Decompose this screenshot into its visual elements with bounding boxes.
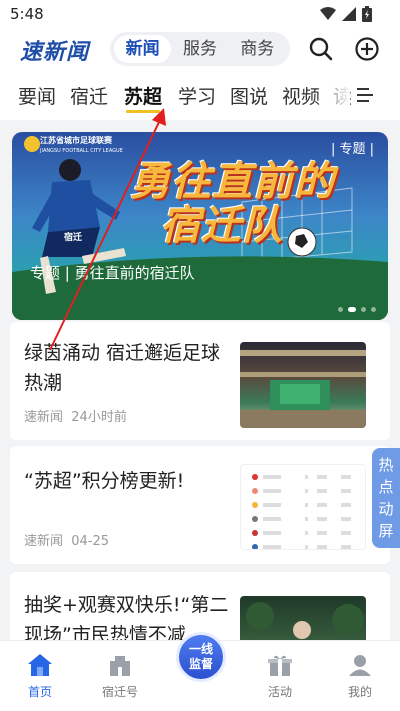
search-icon[interactable] — [308, 36, 334, 62]
news-source: 速新闻 — [24, 410, 64, 425]
carousel-indicator — [338, 307, 376, 312]
carousel-dot-active — [348, 307, 356, 312]
nav-home-label: 首页 — [27, 685, 52, 699]
nav-suqian-label: 宿迁号 — [101, 685, 138, 699]
home-icon — [28, 654, 52, 676]
hot-screen-float-button[interactable]: 热点动屏 — [372, 448, 400, 548]
segment-news[interactable]: 新闻 — [114, 35, 172, 63]
gift-icon — [268, 655, 292, 676]
league-name: 江苏省城市足球联赛 — [40, 136, 112, 145]
nav-home[interactable]: 首页 — [10, 653, 70, 700]
tabs-menu-icon[interactable] — [356, 86, 374, 104]
wifi-icon — [320, 7, 336, 20]
topic-tag: | 专题 | — [330, 142, 374, 157]
mall-photo — [240, 350, 366, 428]
news-time: 04-25 — [71, 534, 110, 549]
league-name-en: JIANGSU FOOTBALL CITY LEAGUE — [40, 148, 123, 154]
section-switcher: 新闻 服务 商务 — [110, 32, 290, 66]
news-thumbnail — [240, 342, 366, 428]
status-icons — [320, 6, 372, 22]
tab-xuexi[interactable]: 学习 — [178, 82, 216, 109]
news-title: “苏超”积分榜更新! — [24, 470, 185, 492]
headline-line-2: 宿迁队 — [160, 202, 283, 249]
news-time: 24小时前 — [71, 410, 127, 425]
standings-table-image — [252, 474, 351, 549]
carousel-dot — [361, 307, 366, 312]
nav-activity-label: 活动 — [267, 685, 292, 699]
nav-suqian[interactable]: 宿迁号 — [90, 653, 150, 700]
news-meta: 速新闻 04-25 — [24, 530, 109, 549]
news-thumbnail — [240, 464, 366, 550]
news-card[interactable]: “苏超”积分榜更新! 速新闻 04-25 — [10, 446, 390, 564]
tab-tushuo[interactable]: 图说 — [230, 82, 268, 109]
top-header: 速新闻 新闻 服务 商务 — [0, 28, 400, 72]
building-icon — [110, 656, 130, 676]
headline-line-1: 勇往直前的 — [130, 158, 335, 205]
signal-icon — [342, 7, 356, 21]
news-card[interactable]: 绿茵涌动 宿迁邂逅足球热潮 速新闻 24小时前 — [10, 322, 390, 440]
app-logo: 速新闻 — [20, 39, 90, 65]
featured-banner[interactable]: 江苏省城市足球联赛 JIANGSU FOOTBALL CITY LEAGUE 宿… — [12, 132, 388, 320]
nav-activity[interactable]: 活动 — [250, 653, 310, 700]
user-icon — [349, 655, 371, 676]
tab-shipin[interactable]: 视频 — [282, 82, 320, 109]
news-source: 速新闻 — [24, 534, 64, 549]
add-icon[interactable] — [354, 36, 380, 62]
league-badge: 江苏省城市足球联赛 JIANGSU FOOTBALL CITY LEAGUE — [40, 136, 123, 156]
news-title: 绿茵涌动 宿迁邂逅足球热潮 — [24, 342, 221, 394]
tab-suqian[interactable]: 宿迁 — [70, 82, 108, 109]
nav-mine-label: 我的 — [347, 685, 372, 699]
carousel-dot — [338, 307, 343, 312]
center-label-line-1: 一线 — [188, 642, 213, 656]
status-time: 5:48 — [10, 5, 44, 23]
carousel-dot — [371, 307, 376, 312]
segment-service[interactable]: 服务 — [171, 35, 228, 63]
tabs-fade — [316, 72, 350, 120]
banner-caption: 专题 | 勇往直前的宿迁队 — [30, 264, 195, 282]
news-meta: 速新闻 24小时前 — [24, 406, 127, 425]
jersey-text: 宿迁 — [64, 233, 83, 243]
nav-mine[interactable]: 我的 — [330, 653, 390, 700]
category-tabs: 要闻 宿迁 苏超 学习 图说 视频 读 — [0, 72, 400, 120]
status-bar: 5:48 — [0, 0, 400, 28]
segment-business[interactable]: 商务 — [229, 35, 286, 63]
center-label-line-2: 监督 — [188, 657, 213, 671]
frontline-supervision-button[interactable]: 一线 监督 — [176, 632, 226, 682]
tab-suchao[interactable]: 苏超 — [124, 82, 162, 113]
app-screen: 5:48 速新闻 新闻 服务 商务 要闻 宿迁 苏超 学习 图说 视频 读 — [0, 0, 400, 711]
battery-icon — [362, 6, 372, 22]
banner-headline: 勇往直前的 宿迁队 — [130, 160, 335, 248]
tab-yaowen[interactable]: 要闻 — [18, 82, 56, 109]
